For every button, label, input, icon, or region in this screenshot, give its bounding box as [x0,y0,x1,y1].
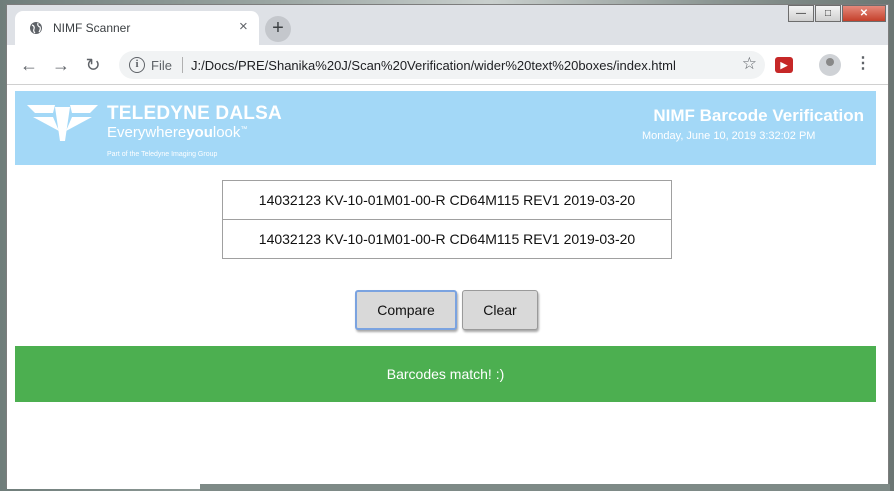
logo-subline: Part of the Teledyne Imaging Group [107,151,218,158]
tab-nimf-scanner[interactable]: NIMF Scanner × [15,11,259,45]
forward-icon[interactable]: → [49,53,73,77]
reload-icon[interactable]: ↻ [81,53,105,77]
header-banner: TELEDYNE DALSA Everywhereyoulook™ Part o… [15,91,876,165]
teledyne-logo-icon [27,105,98,141]
tab-strip: NIMF Scanner × + — □ ✕ [7,5,888,45]
extension-icon[interactable]: ▶ [775,57,793,73]
url-text[interactable]: J:/Docs/PRE/Shanika%20J/Scan%20Verificat… [191,58,676,73]
tagline-trademark: ™ [240,126,248,133]
clear-button[interactable]: Clear [462,290,538,330]
info-icon[interactable]: i [129,57,145,73]
tagline-bold: you [186,124,213,141]
omnibox-divider [182,57,183,73]
tagline-pre: Everywhere [107,124,187,141]
scheme-label: File [151,58,172,73]
logo-brand-text: TELEDYNE DALSA [107,103,282,124]
maximize-button[interactable]: □ [815,5,841,22]
new-tab-button[interactable]: + [265,16,291,42]
compare-button[interactable]: Compare [355,290,457,330]
page-title: NIMF Barcode Verification [653,106,864,125]
minimize-button[interactable]: — [788,5,814,22]
logo-tagline: Everywhereyoulook™ [107,124,247,141]
browser-toolbar: ← → ↻ i File J:/Docs/PRE/Shanika%20J/Sca… [7,45,888,85]
page-content: TELEDYNE DALSA Everywhereyoulook™ Part o… [7,86,888,489]
barcode-input-1[interactable]: 14032123 KV-10-01M01-00-R CD64M115 REV1 … [222,180,672,220]
taskbar-strip [200,484,890,491]
result-message: Barcodes match! :) [15,346,876,402]
bookmark-star-icon[interactable]: ☆ [742,54,757,74]
tab-title: NIMF Scanner [53,21,131,35]
window-controls: — □ ✕ [787,5,886,23]
datetime-text: Monday, June 10, 2019 3:32:02 PM [642,130,816,142]
browser-menu-icon[interactable]: ⋮ [855,54,871,74]
barcode-input-2[interactable]: 14032123 KV-10-01M01-00-R CD64M115 REV1 … [222,219,672,259]
close-window-button[interactable]: ✕ [842,5,886,22]
profile-avatar-icon[interactable] [819,54,841,76]
browser-window: NIMF Scanner × + — □ ✕ ← → ↻ i File J:/D… [6,4,889,489]
address-bar[interactable]: i File J:/Docs/PRE/Shanika%20J/Scan%20Ve… [119,51,765,79]
back-icon[interactable]: ← [17,53,41,77]
globe-icon [30,22,42,34]
close-tab-icon[interactable]: × [239,19,248,35]
tagline-post: look [212,124,241,141]
